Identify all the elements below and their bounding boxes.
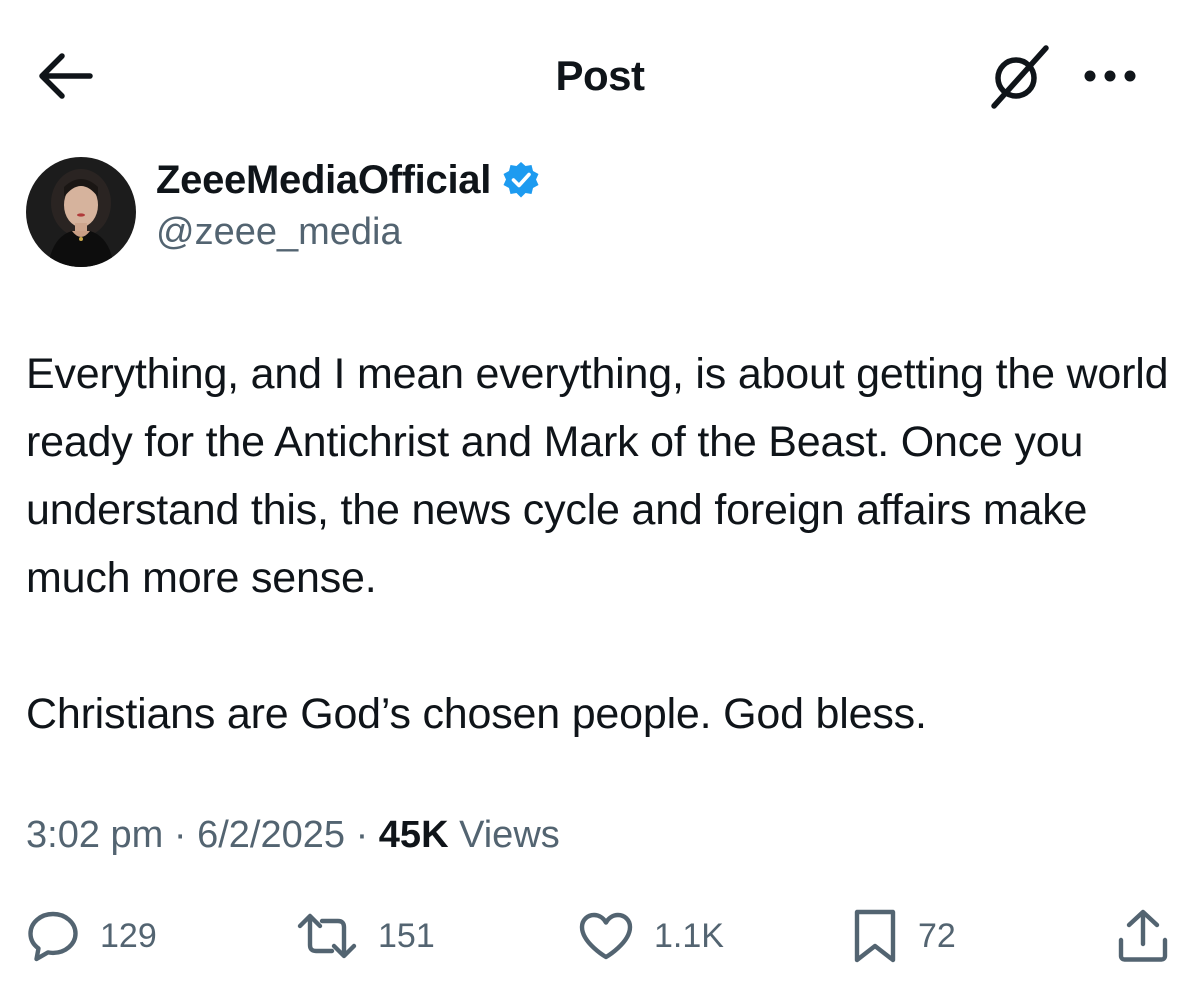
like-button[interactable]: 1.1K [578,906,724,966]
post-date[interactable]: 6/2/2025 [197,814,345,856]
more-horizontal-icon [1084,70,1136,82]
more-options-button[interactable] [1080,56,1144,96]
profile-photo [26,157,136,267]
heart-icon [579,912,633,960]
share-icon [1118,909,1168,962]
repost-count: 151 [378,916,435,955]
reply-button[interactable]: 129 [26,906,157,966]
post-paragraph: Everything, and I mean everything, is ab… [26,350,1169,602]
post-paragraph: Christians are God’s chosen people. God … [26,690,927,738]
meta-separator: · [173,814,187,856]
bookmark-button[interactable]: 72 [852,906,956,966]
meta-separator: · [355,814,369,856]
bookmark-icon [854,909,896,963]
like-count: 1.1K [654,916,724,955]
repost-icon [297,913,357,959]
views-count: 45K [378,814,449,856]
post-header: Post [0,0,1200,150]
post-meta: 3:02 pm · 6/2/2025 · 45K Views [26,814,560,857]
bookmark-count: 72 [918,916,956,955]
reply-count: 129 [100,916,157,955]
post-text: Everything, and I mean everything, is ab… [26,340,1176,748]
grok-icon [991,45,1049,109]
display-name-row[interactable]: ZeeeMediaOfficial [156,155,541,205]
verified-badge-icon [503,162,539,198]
grok-button[interactable] [986,44,1056,110]
views-label: Views [459,814,560,856]
repost-button[interactable]: 151 [296,906,435,966]
avatar[interactable] [26,157,136,267]
post-time[interactable]: 3:02 pm [26,814,163,856]
reply-icon [28,911,78,962]
share-button[interactable] [1116,906,1170,966]
user-handle[interactable]: @zeee_media [156,211,402,254]
display-name: ZeeeMediaOfficial [156,157,492,202]
